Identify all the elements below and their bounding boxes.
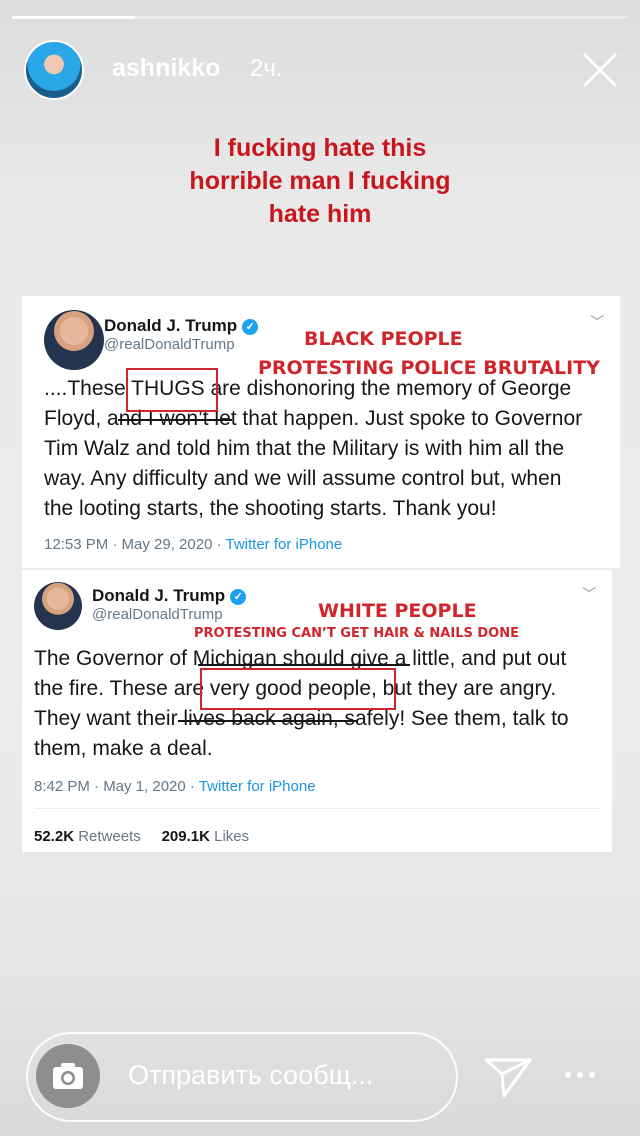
annotation-title: WHITE PEOPLE: [318, 600, 477, 622]
camera-button[interactable]: [36, 1044, 100, 1108]
caption-line: I fucking hate this: [213, 134, 427, 162]
tweet-line: the looting starts, the shooting starts.…: [44, 497, 497, 520]
username[interactable]: ashnikko: [112, 54, 220, 83]
annotation-subtitle: PROTESTING CAN’T GET HAIR & NAILS DONE: [194, 626, 519, 641]
tweet-stats: 52.2K Retweets 209.1K Likes: [34, 828, 250, 845]
reply-placeholder[interactable]: Отправить сообщ...: [128, 1060, 373, 1091]
tweet-line: Tim Walz and told him that the Military …: [44, 437, 565, 460]
tweet-handle: @realDonaldTrump: [104, 336, 235, 353]
more-options-button[interactable]: [560, 1060, 600, 1090]
story-progress-fill: [12, 16, 136, 19]
verified-icon: ✓: [242, 319, 259, 335]
story-progress-bar: [12, 16, 628, 19]
tweet-screenshot-1: Donald J. Trump ✓ @realDonaldTrump ﹀ BLAC…: [22, 296, 620, 568]
highlight-box: [126, 368, 218, 412]
strike-line: [198, 664, 410, 666]
tweet-meta: 8:42 PM · May 1, 2020 · Twitter for iPho…: [34, 778, 316, 795]
highlight-box: [200, 668, 396, 710]
tweet-screenshot-2: Donald J. Trump ✓ @realDonaldTrump ﹀ WHIT…: [22, 570, 612, 852]
tweet-author: Donald J. Trump ✓: [92, 586, 247, 606]
profile-avatar[interactable]: [24, 40, 84, 100]
chevron-down-icon: ﹀: [590, 314, 604, 330]
strike-line: [178, 720, 358, 722]
annotation-title: BLACK PEOPLE: [304, 328, 463, 350]
send-button[interactable]: [482, 1050, 534, 1102]
tweet-meta: 12:53 PM · May 29, 2020 · Twitter for iP…: [44, 536, 343, 553]
close-icon: [582, 52, 618, 88]
divider: [34, 808, 600, 809]
tweet-line: way. Any difficulty and we will assume c…: [44, 467, 562, 490]
tweet-handle: @realDonaldTrump: [92, 606, 223, 623]
tweet-text: ....These THUGS are dishonoring the memo…: [44, 374, 582, 524]
caption-line: horrible man I fucking: [189, 167, 451, 195]
camera-icon: [53, 1063, 83, 1089]
tweet-author: Donald J. Trump ✓: [104, 316, 259, 336]
verified-icon: ✓: [230, 589, 247, 605]
caption-line: hate him: [268, 200, 372, 228]
tweet-avatar: [34, 582, 82, 630]
tweet-line: them, make a deal.: [34, 737, 213, 760]
more-dots-icon: [565, 1072, 595, 1078]
tweet-line: ....These THUGS are dishonoring the memo…: [44, 377, 572, 400]
strike-line: [118, 419, 232, 421]
tweet-avatar: [44, 310, 104, 370]
chevron-down-icon: ﹀: [582, 586, 596, 602]
paper-plane-icon: [484, 1058, 532, 1098]
story-caption: I fucking hate this horrible man I fucki…: [0, 132, 640, 231]
story-time: 2ч.: [250, 55, 283, 82]
close-button[interactable]: [576, 46, 624, 94]
